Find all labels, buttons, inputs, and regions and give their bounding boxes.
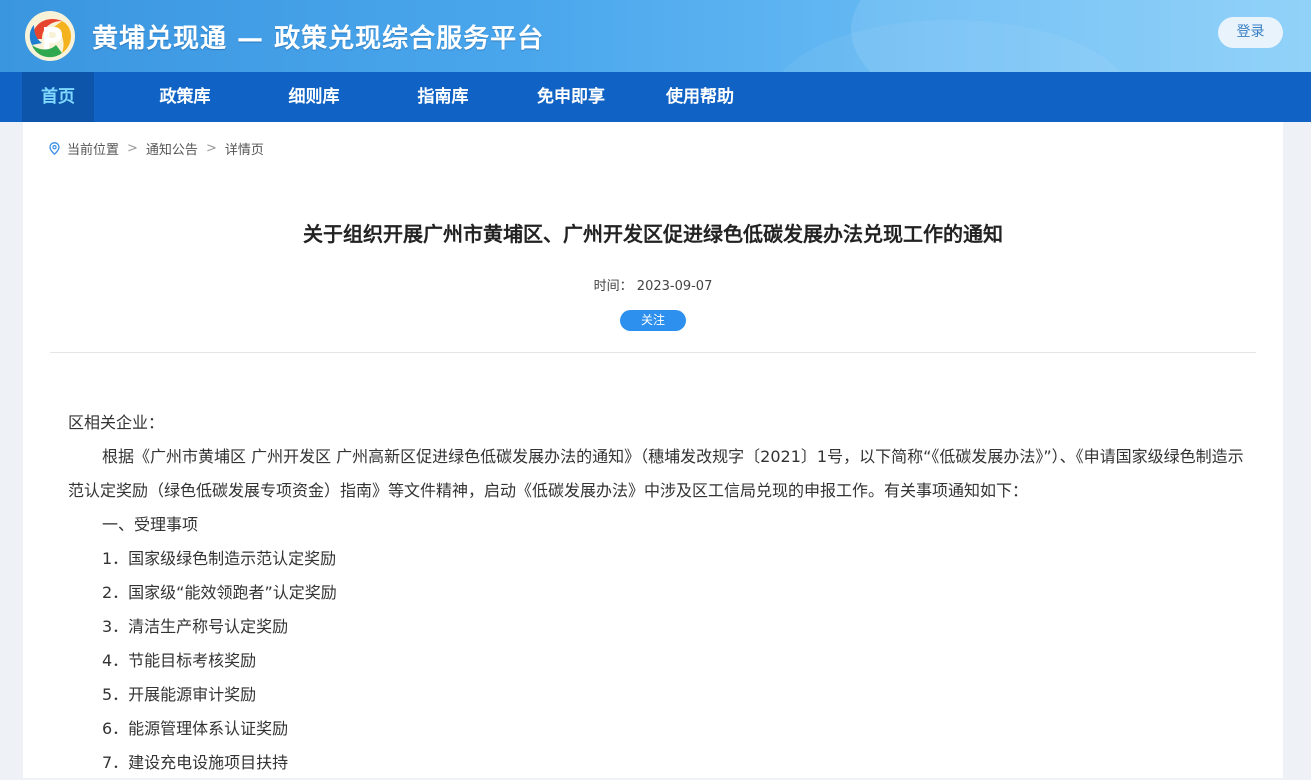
nav-item-exempt-apply[interactable]: 免申即享 — [527, 72, 615, 122]
main-nav: 首页 政策库 细则库 指南库 免申即享 使用帮助 — [0, 72, 1311, 122]
breadcrumb-separator: > — [127, 141, 138, 156]
article-date: 时间： 2023-09-07 — [23, 275, 1283, 294]
divider — [50, 352, 1256, 353]
list-item: 6．能源管理体系认证奖励 — [102, 719, 289, 738]
list-item: 3．清洁生产称号认定奖励 — [102, 617, 289, 636]
salutation: 区相关企业： — [68, 413, 165, 432]
nav-item-rules-library[interactable]: 细则库 — [274, 72, 354, 122]
list-item: 2．国家级“能效领跑者”认定奖励 — [102, 583, 337, 602]
section-heading: 一、受理事项 — [102, 515, 199, 534]
header-bar: 黄埔兑现通 — 政策兑现综合服务平台 登录 — [0, 0, 1311, 72]
list-item: 7．建设充电设施项目扶持 — [102, 753, 289, 772]
location-pin-icon — [49, 142, 60, 155]
site-logo-icon[interactable] — [22, 9, 78, 63]
nav-item-help[interactable]: 使用帮助 — [656, 72, 744, 122]
follow-button[interactable]: 关注 — [620, 310, 686, 331]
date-label: 时间： — [593, 279, 633, 294]
article-body: 区相关企业： 根据《广州市黄埔区 广州开发区 广州高新区促进绿色低碳发展办法的通… — [68, 406, 1248, 780]
breadcrumb-separator: > — [205, 141, 217, 156]
breadcrumb: 当前位置 > 通知公告 > 详情页 — [49, 139, 264, 158]
list-item: 4．节能目标考核奖励 — [102, 651, 257, 670]
nav-item-policy-library[interactable]: 政策库 — [145, 72, 225, 122]
article-title: 关于组织开展广州市黄埔区、广州开发区促进绿色低碳发展办法兑现工作的通知 — [303, 222, 1003, 246]
breadcrumb-detail: 详情页 — [224, 143, 264, 158]
date-value: 2023-09-07 — [636, 279, 713, 294]
nav-item-guide-library[interactable]: 指南库 — [403, 72, 483, 122]
nav-item-home[interactable]: 首页 — [22, 72, 94, 122]
paragraph: 根据《广州市黄埔区 广州开发区 广州高新区促进绿色低碳发展办法的通知》（穗埔发改… — [68, 447, 1244, 500]
login-button[interactable]: 登录 — [1218, 17, 1283, 48]
site-title: 黄埔兑现通 — 政策兑现综合服务平台 — [92, 24, 545, 54]
breadcrumb-current-location: 当前位置 — [67, 143, 120, 158]
list-item: 5．开展能源审计奖励 — [102, 685, 257, 704]
breadcrumb-notices[interactable]: 通知公告 — [146, 139, 198, 158]
list-item: 1．国家级绿色制造示范认定奖励 — [102, 549, 337, 568]
content-panel: 当前位置 > 通知公告 > 详情页 关于组织开展广州市黄埔区、广州开发区促进绿色… — [23, 122, 1283, 778]
